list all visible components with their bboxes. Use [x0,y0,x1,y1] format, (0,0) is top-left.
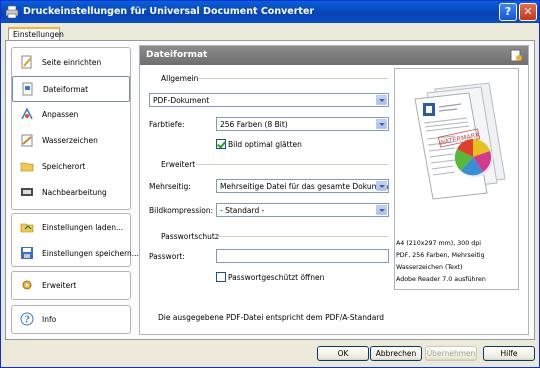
nav-group-info: ? Info [11,305,131,334]
color-depth-select[interactable]: 256 Farben (8 Bit) [216,117,389,131]
nav-item-label: Seite einrichten [42,58,102,67]
preview-info-line: A4 (210x297 mm), 300 dpi [396,240,482,247]
cancel-button[interactable]: Abbrechen [370,346,422,361]
save-settings-icon [21,247,33,259]
smooth-image-checkbox[interactable] [216,139,226,149]
password-input[interactable] [216,249,389,263]
nav-item-advanced[interactable]: Erweitert [12,273,130,299]
compression-select[interactable]: - Standard - [216,203,389,217]
nav-item-load-settings[interactable]: Einstellungen laden... [12,215,130,241]
nav-group-advanced: Erweitert [11,271,131,300]
color-depth-label: Farbtiefe: [149,120,185,129]
chevron-down-icon [376,181,387,191]
nav-item-file-format[interactable]: Dateiformat [12,76,130,102]
file-format-header-icon [510,49,522,62]
nav-item-label: Wasserzeichen [42,136,98,145]
preview-info-line: Adobe Reader 7.0 ausführen [396,276,486,283]
help-button[interactable]: Hilfe [483,346,535,361]
tab-settings[interactable]: Einstellungen [8,27,64,41]
nav-item-post-processing[interactable]: Nachbearbeitung [12,180,130,206]
pdfa-note: Die ausgegebene PDF-Datei entspricht dem… [157,313,385,322]
page-setup-icon [21,55,32,69]
compression-value: - Standard - [220,206,265,215]
apply-button[interactable]: Übernehmen [425,346,477,361]
ok-button[interactable]: OK [317,346,369,361]
compression-label: Bildkompression: [149,206,214,215]
chevron-down-icon [376,205,387,215]
info-icon: ? [20,312,34,326]
preview-info-line: Wasserzeichen (Text) [396,264,463,271]
nav-item-label: Einstellungen speichern... [42,249,139,258]
save-location-icon [20,162,34,172]
nav-item-page-setup[interactable]: Seite einrichten [12,50,130,76]
password-label: Passwort: [149,252,185,261]
nav-item-watermark[interactable]: Wasserzeichen [12,128,130,154]
nav-item-adjust[interactable]: Anpassen [12,102,130,128]
help-title-button[interactable]: ? [499,3,517,21]
close-button[interactable]: ✕ [519,3,537,21]
adjust-icon [21,107,33,120]
title-bar[interactable]: Druckeinstellungen für Universal Documen… [1,1,539,23]
svg-text:?: ? [24,316,29,326]
file-format-icon [22,82,33,96]
nav-item-label: Speicherort [42,162,86,171]
dialog-window: Druckeinstellungen für Universal Documen… [0,0,540,368]
multipage-label: Mehrseitig: [149,182,191,191]
smooth-image-label: Bild optimal glätten [228,140,302,149]
section-divider [198,78,388,79]
section-general-label: Allgemein [161,74,199,83]
panel-title: Dateiformat [146,50,208,60]
multipage-select[interactable]: Mehrseitige Datei für das gesamte Dokume… [216,179,389,193]
nav-item-label: Dateiformat [43,85,89,94]
nav-item-info[interactable]: ? Info [12,307,130,333]
printer-app-icon [5,5,19,19]
color-depth-value: 256 Farben (8 Bit) [220,120,288,129]
preview-info-line: PDF, 256 Farben, Mehrseitig [396,252,485,259]
window-title: Druckeinstellungen für Universal Documen… [23,6,315,17]
format-select[interactable]: PDF-Dokument [149,93,389,107]
password-protect-checkbox[interactable] [216,272,226,282]
load-settings-icon [20,223,34,233]
nav-item-save-location[interactable]: Speicherort [12,154,130,180]
section-divider [216,236,388,237]
nav-item-save-settings[interactable]: Einstellungen speichern... [12,241,139,267]
chevron-down-icon [376,95,387,105]
post-processing-icon [21,188,33,196]
section-password-label: Passwortschutz [161,232,219,241]
section-divider [196,164,388,165]
nav-item-label: Einstellungen laden... [42,223,124,232]
section-advanced-label: Erweitert [161,160,196,169]
watermark-icon [21,134,33,147]
nav-item-label: Nachbearbeitung [42,188,107,197]
nav-item-label: Anpassen [42,110,79,119]
password-protect-label: Passwortgeschützt öffnen [228,273,325,282]
panel-header: Dateiformat [140,46,528,65]
nav-group-main: Seite einrichten Dateiformat Anpassen Wa… [11,47,131,210]
multipage-value: Mehrseitige Datei für das gesamte Dokume… [220,182,389,191]
nav-item-label: Erweitert [42,281,77,290]
advanced-icon [22,280,32,290]
nav-item-label: Info [42,315,57,324]
nav-group-settings: Einstellungen laden... Einstellungen spe… [11,213,139,267]
format-select-value: PDF-Dokument [153,96,210,105]
chevron-down-icon [376,119,387,129]
